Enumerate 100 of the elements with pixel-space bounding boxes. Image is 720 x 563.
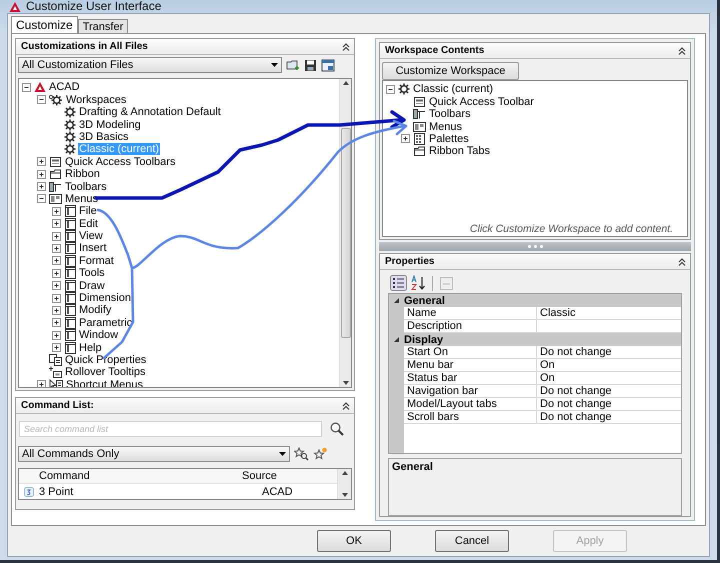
tree-item[interactable]: Tools: [78, 267, 106, 280]
expand-icon[interactable]: [51, 230, 62, 242]
collapse-icon[interactable]: [36, 94, 47, 106]
category-title: General: [404, 294, 445, 307]
expand-icon[interactable]: [400, 133, 411, 144]
tree-item[interactable]: Insert: [78, 242, 108, 254]
tree-item[interactable]: View: [78, 230, 104, 242]
property-name: Start On: [404, 346, 537, 360]
collapse-panel-icon[interactable]: [341, 42, 351, 52]
panel-title: Properties: [385, 256, 434, 268]
gear-icon: [398, 83, 410, 96]
sort-alphabetical-icon[interactable]: [411, 275, 426, 292]
tree-item[interactable]: Drafting & Annotation Default: [78, 106, 222, 118]
menu-icon: [64, 329, 76, 342]
tree-item[interactable]: Dimension: [78, 292, 132, 304]
dropdown-field[interactable]: All Commands Only: [18, 446, 290, 462]
dropdown-arrow-icon[interactable]: [271, 63, 278, 68]
expand-icon[interactable]: [51, 342, 62, 354]
collapse-icon[interactable]: [21, 82, 32, 93]
dropdown-field[interactable]: All Customization Files: [18, 57, 282, 74]
tree-item[interactable]: Edit: [78, 218, 99, 230]
tree-item[interactable]: Ribbon Tabs: [428, 145, 491, 158]
expand-icon[interactable]: [36, 156, 47, 168]
categorized-icon[interactable]: [390, 275, 407, 292]
tree-item[interactable]: Modify: [78, 304, 112, 316]
expanded-triangle-icon[interactable]: [393, 297, 400, 304]
tree-item[interactable]: Classic (current): [412, 83, 494, 96]
expand-icon[interactable]: [51, 280, 62, 292]
tree-item[interactable]: Quick Properties: [64, 354, 148, 366]
dialog-button[interactable]: Cancel: [435, 530, 509, 552]
gears-icon: [49, 94, 63, 106]
collapse-icon[interactable]: [385, 84, 396, 95]
collapse-panel-icon[interactable]: [677, 256, 687, 267]
tab[interactable]: Customize: [11, 16, 78, 34]
property-name: Navigation bar: [404, 385, 537, 398]
save-as-icon[interactable]: [321, 58, 335, 72]
expand-icon[interactable]: [51, 304, 62, 316]
collapse-panel-icon[interactable]: [677, 46, 687, 56]
tree-item[interactable]: ACAD: [48, 81, 81, 94]
folder-icon: [49, 168, 62, 180]
expand-icon[interactable]: [51, 218, 62, 230]
collapse-panel-icon[interactable]: [341, 400, 351, 411]
dropdown-arrow-icon[interactable]: [279, 452, 286, 456]
collapse-icon[interactable]: [36, 193, 47, 204]
tree-item[interactable]: Format: [78, 254, 115, 267]
menu-icon: [49, 192, 62, 205]
tree-item[interactable]: Workspaces: [65, 94, 128, 106]
tree-item[interactable]: Quick Access Toolbar: [428, 96, 535, 108]
expand-icon[interactable]: [51, 242, 62, 254]
tree-item[interactable]: Help: [78, 342, 103, 354]
expand-icon[interactable]: [51, 330, 62, 341]
tree-item[interactable]: Toolbars: [428, 108, 472, 120]
property-name: Model/Layout tabs: [404, 398, 537, 412]
save-icon[interactable]: [304, 58, 317, 72]
scroll-up-icon[interactable]: [340, 469, 348, 478]
tree-item[interactable]: 3D Basics: [78, 130, 130, 143]
tree-item[interactable]: Ribbon: [64, 168, 101, 180]
toolbar-window-icon: [49, 156, 62, 168]
expand-icon[interactable]: [51, 206, 62, 217]
tree-item[interactable]: Rollover Tooltips: [64, 366, 147, 378]
tree-item[interactable]: Draw: [78, 280, 106, 292]
column-header[interactable]: Source: [242, 470, 277, 482]
tree-item[interactable]: Quick Access Toolbars: [64, 156, 176, 168]
expand-icon[interactable]: [51, 292, 62, 304]
expand-icon[interactable]: [36, 181, 47, 192]
scroll-thumb[interactable]: [340, 128, 350, 338]
tab[interactable]: Transfer: [78, 19, 128, 34]
search-icon[interactable]: [330, 422, 344, 436]
tree-item[interactable]: Menus: [64, 192, 100, 205]
expand-icon[interactable]: [51, 255, 62, 266]
search-field[interactable]: Search command list: [19, 421, 322, 438]
new-star-icon[interactable]: [313, 447, 328, 462]
open-folder-icon[interactable]: [286, 58, 300, 72]
expanded-triangle-icon[interactable]: [393, 336, 400, 344]
dialog-button[interactable]: OK: [317, 530, 391, 552]
tree-item[interactable]: Menus: [428, 120, 464, 133]
scrollbar[interactable]: [339, 79, 351, 388]
scrollbar[interactable]: [337, 469, 351, 500]
expand-icon[interactable]: [36, 168, 47, 180]
menu-icon: [64, 304, 76, 316]
tree-item[interactable]: Window: [78, 329, 120, 342]
expand-icon[interactable]: [51, 317, 62, 328]
tree-item[interactable]: File: [78, 205, 98, 218]
scroll-up-icon[interactable]: [342, 79, 350, 88]
menu-icon: [64, 292, 76, 304]
gear-icon: [64, 130, 76, 143]
panel-title: Command List:: [21, 400, 94, 412]
splitter-handle[interactable]: [379, 242, 691, 252]
tree-item[interactable]: Palettes: [428, 132, 470, 145]
expand-icon[interactable]: [51, 268, 62, 279]
scroll-down-icon[interactable]: [342, 379, 350, 388]
tree-item[interactable]: 3D Modeling: [78, 118, 142, 131]
expand-icon[interactable]: [36, 379, 47, 388]
customize-workspace-button[interactable]: Customize Workspace: [382, 62, 519, 80]
star-search-icon[interactable]: [294, 447, 309, 462]
scroll-down-icon[interactable]: [340, 491, 348, 500]
tree-item[interactable]: Parametric: [78, 316, 134, 329]
panel-title: Customizations in All Files: [21, 41, 148, 52]
tree-item[interactable]: Toolbars: [64, 180, 108, 192]
column-header[interactable]: Command: [19, 470, 242, 482]
